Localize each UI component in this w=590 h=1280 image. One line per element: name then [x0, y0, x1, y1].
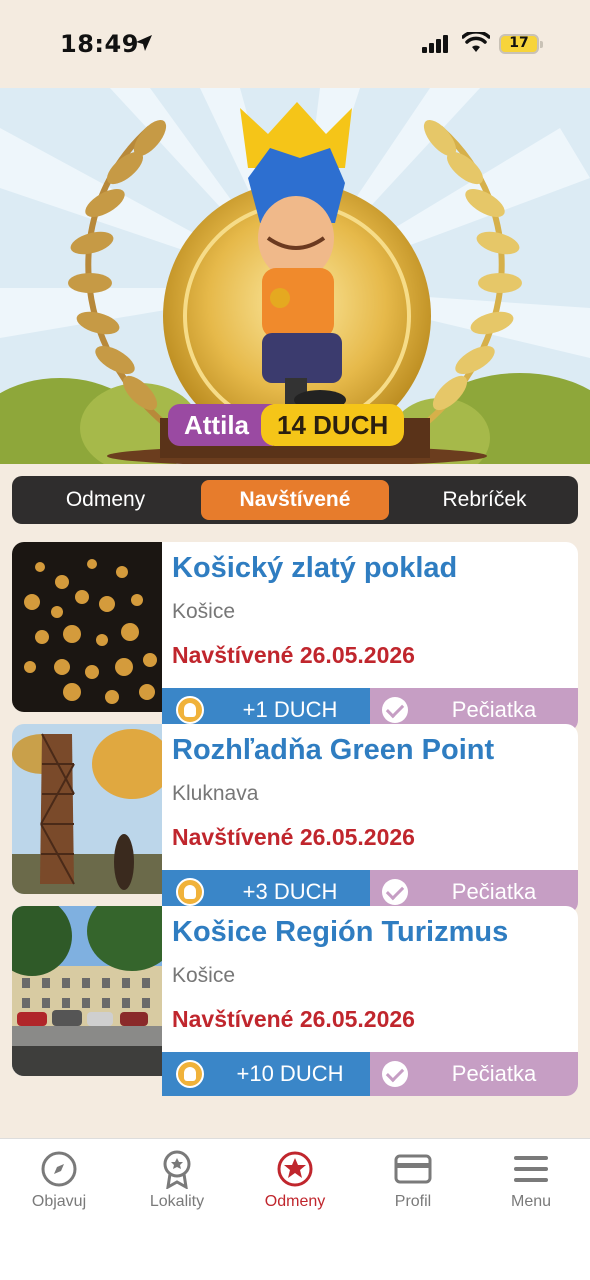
- visited-card[interactable]: Rozhľadňa Green Point Kluknava Navštíven…: [12, 724, 578, 914]
- tab-odmeny[interactable]: Odmeny: [16, 480, 195, 520]
- hamburger-icon: [514, 1156, 548, 1182]
- card-photo-coins: [12, 542, 162, 712]
- card-points: +10 DUCH: [236, 1061, 344, 1086]
- card-city: Košice: [172, 964, 236, 987]
- tab-rebricek[interactable]: Rebríček: [395, 480, 574, 520]
- user-name: Attila: [168, 404, 273, 446]
- card-title: Rozhľadňa Green Point: [172, 734, 495, 766]
- nav-label: Lokality: [149, 1193, 205, 1210]
- battery-icon: 17: [499, 34, 543, 54]
- segment-tabs: Odmeny Navštívené Rebríček: [12, 476, 578, 524]
- ghost-coin-icon: [176, 878, 204, 906]
- check-circle-icon: [382, 697, 408, 723]
- bottom-nav: Objavuj Lokality Odmeny Profil Menu: [0, 1138, 590, 1280]
- check-circle-icon: [382, 879, 408, 905]
- compass-icon: [41, 1151, 77, 1187]
- nav-label: Odmeny: [264, 1193, 326, 1210]
- visited-card[interactable]: Košice Región Turizmus Košice Navštívené…: [12, 906, 578, 1096]
- star-circle-icon: [277, 1151, 313, 1187]
- card-visited-date: Navštívené 26.05.2026: [172, 824, 415, 850]
- nav-menu[interactable]: Menu: [472, 1139, 590, 1280]
- status-time: 18:49: [60, 30, 139, 58]
- nav-profil[interactable]: Profil: [354, 1139, 472, 1280]
- wifi-icon: [462, 32, 490, 52]
- nav-label: Profil: [394, 1193, 432, 1210]
- location-arrow-icon: [136, 35, 152, 51]
- card-city: Košice: [172, 600, 236, 623]
- user-score-badge: Attila 14 DUCH: [168, 404, 405, 446]
- card-photo-tower: [12, 724, 162, 894]
- card-body: Košický zlatý poklad Košice Navštívené 2…: [162, 542, 578, 732]
- status-bar: 18:49 17: [0, 0, 590, 88]
- visited-card[interactable]: Košický zlatý poklad Košice Navštívené 2…: [12, 542, 578, 732]
- card-icon: [394, 1154, 432, 1184]
- nav-label: Menu: [510, 1193, 552, 1210]
- card-photo-building: [12, 906, 162, 1076]
- card-body: Košice Región Turizmus Košice Navštívené…: [162, 906, 578, 1096]
- user-points: 14 DUCH: [261, 404, 405, 446]
- nav-label: Objavuj: [31, 1193, 87, 1210]
- ghost-coin-icon: [176, 1060, 204, 1088]
- card-points-bar: +10 DUCH: [162, 1052, 370, 1096]
- nav-odmeny[interactable]: Odmeny: [236, 1139, 354, 1280]
- hero-banner: Attila 14 DUCH: [0, 88, 590, 464]
- card-title: Košický zlatý poklad: [172, 552, 458, 584]
- card-city: Kluknava: [172, 782, 259, 805]
- badge-star-icon: [163, 1150, 191, 1189]
- card-body: Rozhľadňa Green Point Kluknava Navštíven…: [162, 724, 578, 914]
- ghost-coin-icon: [176, 696, 204, 724]
- signal-icon: [422, 35, 448, 53]
- nav-lokality[interactable]: Lokality: [118, 1139, 236, 1280]
- card-visited-date: Navštívené 26.05.2026: [172, 1006, 415, 1032]
- card-stamp-label: Pečiatka: [451, 1061, 537, 1086]
- nav-objavuj[interactable]: Objavuj: [0, 1139, 118, 1280]
- card-title: Košice Región Turizmus: [172, 916, 509, 948]
- tab-navstivene[interactable]: Navštívené: [201, 480, 389, 520]
- battery-level: 17: [509, 35, 529, 51]
- check-circle-icon: [382, 1061, 408, 1087]
- card-visited-date: Navštívené 26.05.2026: [172, 642, 415, 668]
- card-stamp-bar: Pečiatka: [370, 1052, 578, 1096]
